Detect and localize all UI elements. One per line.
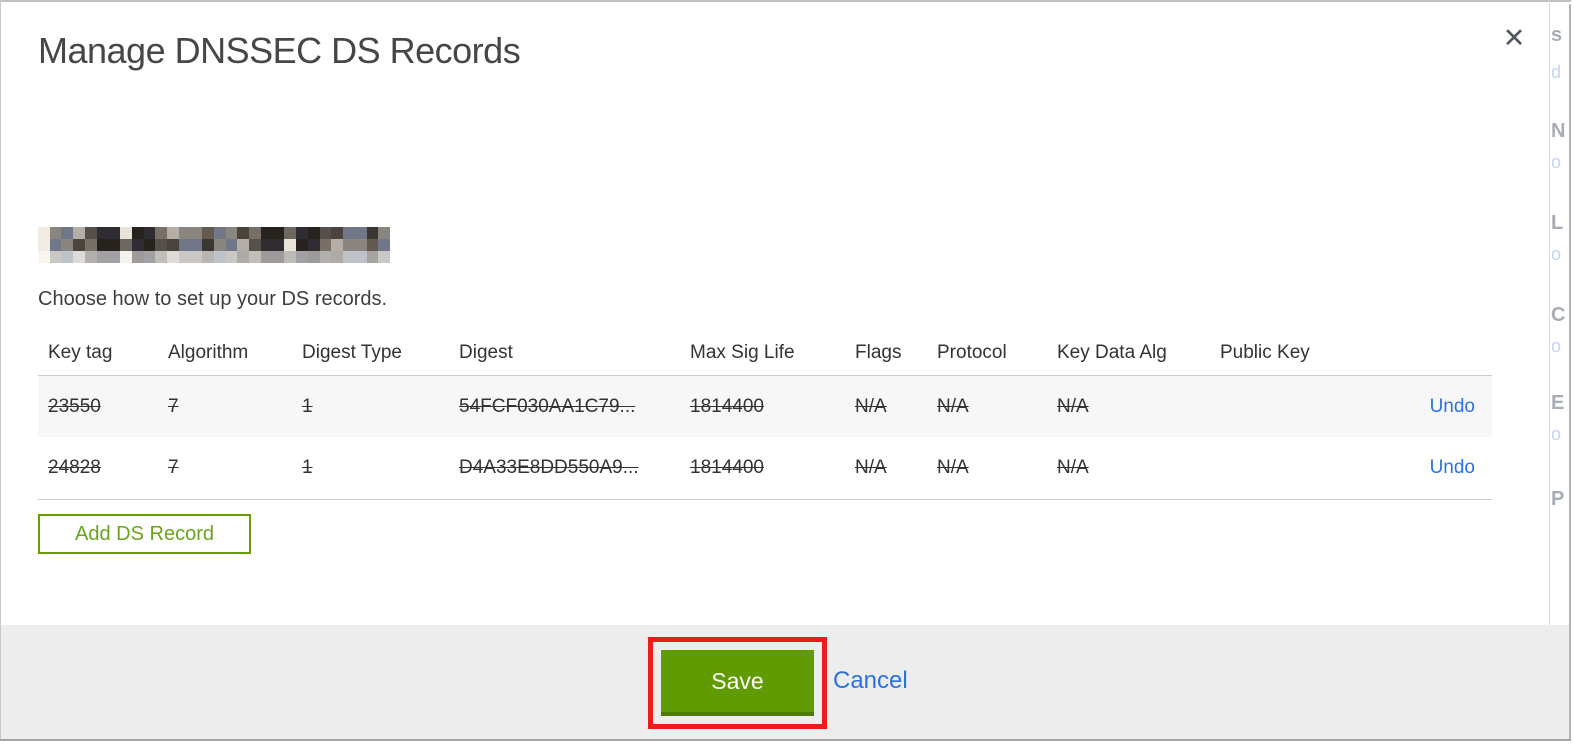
underlying-page-sliver-footer xyxy=(1551,625,1569,739)
header-key-tag: Key tag xyxy=(48,341,113,363)
add-ds-record-button[interactable]: Add DS Record xyxy=(38,514,251,554)
table-header-row: Key tag Algorithm Digest Type Digest Max… xyxy=(38,330,1492,375)
modal-border-bottom xyxy=(0,739,1571,741)
redacted-domain-name xyxy=(38,227,390,263)
cell-algorithm: 7 xyxy=(168,395,179,417)
underlying-page-sliver: sdNoLoCoEoP xyxy=(1551,0,1569,625)
header-digest-type: Digest Type xyxy=(302,341,402,363)
cell-digest: D4A33E8DD550A9... xyxy=(459,457,639,478)
cell-protocol: N/A xyxy=(937,395,969,417)
ds-records-table: Key tag Algorithm Digest Type Digest Max… xyxy=(38,330,1492,500)
cell-key-tag: 24828 xyxy=(48,457,101,478)
cell-digest-type: 1 xyxy=(302,457,313,478)
cell-max-sig-life: 1814400 xyxy=(690,457,764,478)
header-protocol: Protocol xyxy=(937,341,1007,363)
close-icon[interactable]: ✕ xyxy=(1498,22,1530,54)
cell-key-data-alg: N/A xyxy=(1057,457,1089,478)
undo-link[interactable]: Undo xyxy=(1430,457,1475,478)
dnssec-ds-records-modal: Manage DNSSEC DS Records ✕ Choose how to… xyxy=(0,0,1574,746)
cell-algorithm: 7 xyxy=(168,457,179,478)
cell-digest: 54FCF030AA1C79... xyxy=(459,395,636,417)
window-right-edge xyxy=(1569,4,1571,741)
header-max-sig-life: Max Sig Life xyxy=(690,341,795,363)
header-public-key: Public Key xyxy=(1220,341,1310,363)
cell-max-sig-life: 1814400 xyxy=(690,395,764,417)
cell-digest-type: 1 xyxy=(302,395,313,417)
table-row: 24828 7 1 D4A33E8DD550A9... 1814400 N/A … xyxy=(38,437,1492,500)
cancel-link[interactable]: Cancel xyxy=(833,667,908,695)
cell-protocol: N/A xyxy=(937,457,969,478)
header-flags: Flags xyxy=(855,341,902,363)
cell-flags: N/A xyxy=(855,457,887,478)
save-button[interactable]: Save xyxy=(661,650,814,716)
modal-border-right xyxy=(1549,0,1550,625)
modal-border-left xyxy=(0,0,1,741)
header-algorithm: Algorithm xyxy=(168,341,249,363)
cell-key-tag: 23550 xyxy=(48,395,101,417)
cell-flags: N/A xyxy=(855,395,887,417)
undo-link[interactable]: Undo xyxy=(1430,396,1475,417)
header-digest: Digest xyxy=(459,341,513,363)
page-title: Manage DNSSEC DS Records xyxy=(38,30,521,71)
table-row: 23550 7 1 54FCF030AA1C79... 1814400 N/A … xyxy=(38,375,1492,437)
header-key-data-alg: Key Data Alg xyxy=(1057,341,1167,363)
cell-key-data-alg: N/A xyxy=(1057,395,1089,417)
instruction-text: Choose how to set up your DS records. xyxy=(38,288,388,310)
modal-border-top xyxy=(0,0,1571,2)
